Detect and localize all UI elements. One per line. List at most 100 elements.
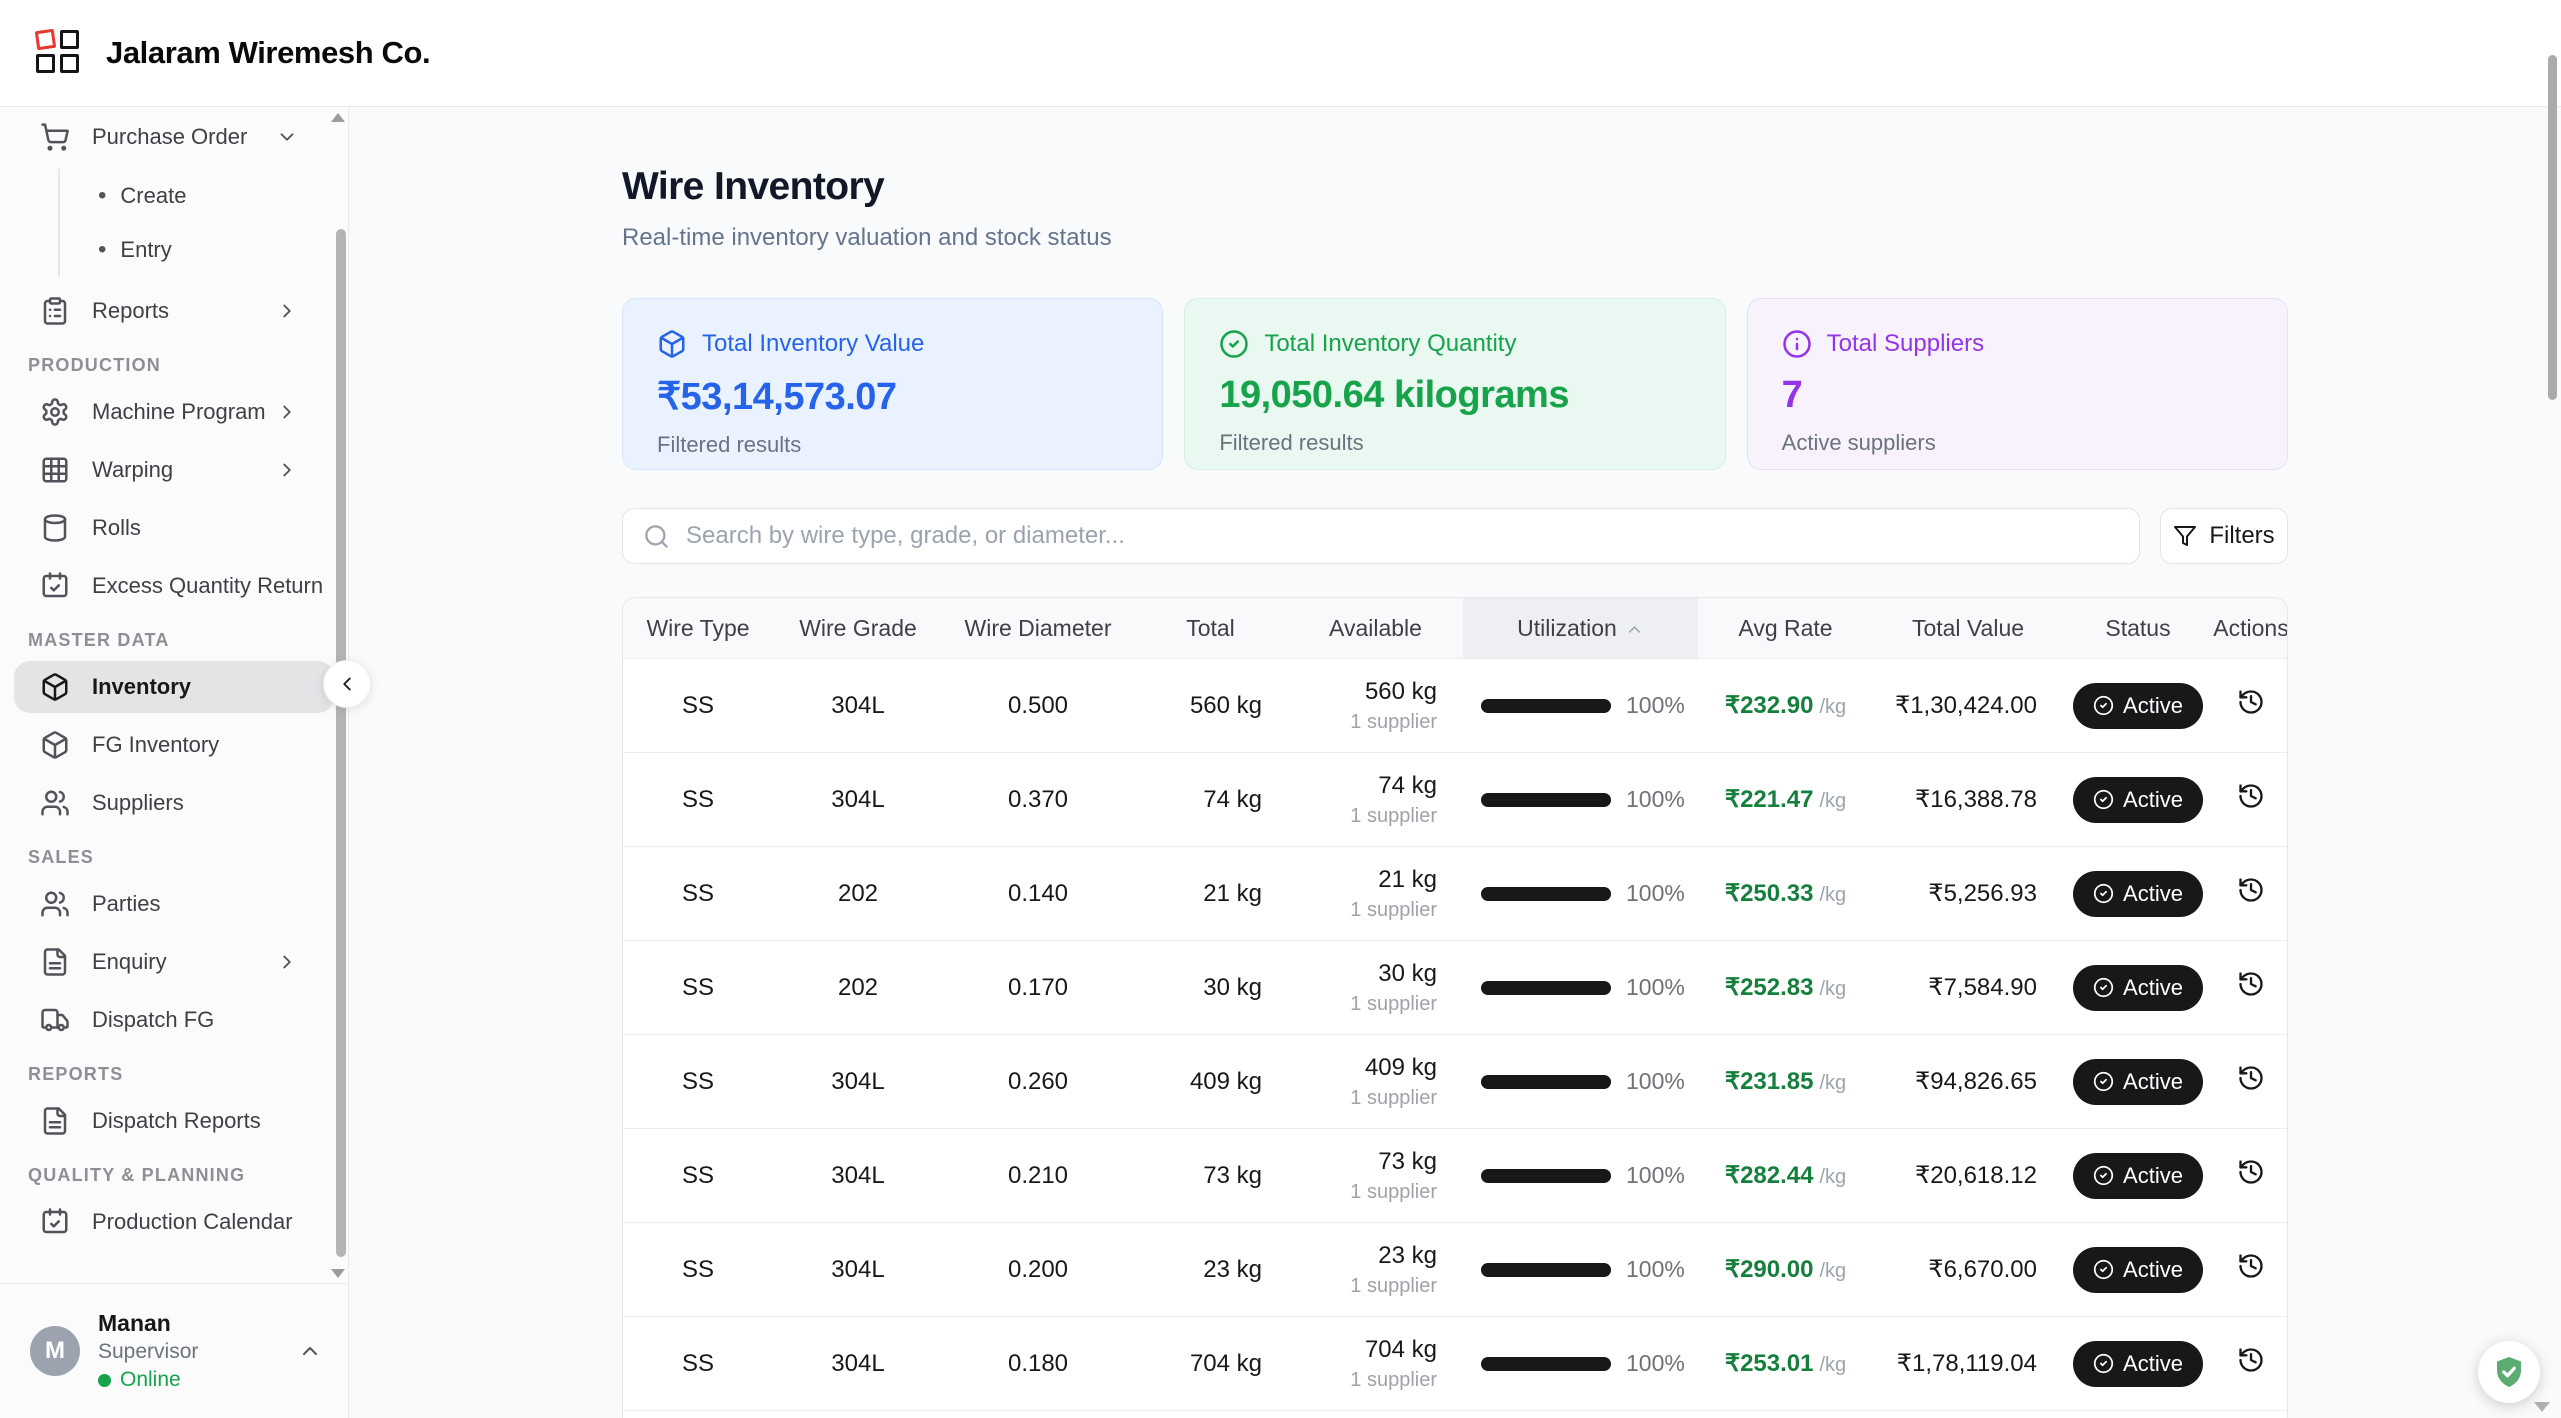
cell-utilization: 100% — [1463, 1223, 1698, 1317]
history-button[interactable] — [2237, 970, 2265, 998]
stat-note: Filtered results — [657, 432, 1128, 458]
sidebar-scrollbar-thumb[interactable] — [336, 229, 346, 1257]
cell-wire-grade: 202 — [773, 941, 943, 1035]
sidebar-item-suppliers[interactable]: Suppliers — [14, 777, 334, 829]
column-header-wire-diameter[interactable]: Wire Diameter — [943, 598, 1133, 659]
utilization-percent: 100% — [1626, 1256, 1685, 1283]
sidebar-item-label: Rolls — [92, 515, 320, 541]
sidebar-item-reports[interactable]: Reports — [14, 285, 334, 337]
wire-diameter-value: 0.140 — [1008, 880, 1068, 907]
column-header-label: Wire Grade — [799, 615, 917, 641]
avatar: M — [30, 1326, 80, 1376]
sort-asc-icon — [1625, 620, 1644, 639]
history-button[interactable] — [2237, 876, 2265, 904]
avg-rate-unit: /kg — [1820, 1260, 1847, 1282]
cell-actions — [2213, 1223, 2288, 1317]
cell-wire-grade: 304L — [773, 659, 943, 753]
cell-available: 23 kg1 supplier — [1288, 1223, 1463, 1317]
avg-rate-unit: /kg — [1820, 790, 1847, 812]
adblock-shield-badge[interactable] — [2478, 1341, 2540, 1403]
sidebar-item-create[interactable]: •Create — [60, 169, 334, 223]
wire-diameter-value: 0.180 — [1008, 1350, 1068, 1377]
sidebar-scroll-up-arrow[interactable] — [331, 113, 345, 122]
cell-available: 704 kg1 supplier — [1288, 1317, 1463, 1411]
column-header-available[interactable]: Available — [1288, 598, 1463, 659]
scroll-down-arrow[interactable] — [2534, 1402, 2550, 1412]
page-subtitle: Real-time inventory valuation and stock … — [622, 224, 2288, 252]
users-icon — [40, 889, 70, 919]
stat-label: Total Suppliers — [1827, 330, 1984, 358]
cell-total-value: ₹16,388.78 — [1873, 753, 2063, 847]
sidebar-item-warping[interactable]: Warping — [14, 444, 334, 496]
history-button[interactable] — [2237, 688, 2265, 716]
sidebar-section-production: PRODUCTION — [28, 355, 334, 376]
utilization-wrap: 100% — [1463, 1350, 1698, 1377]
cell-wire-type: SS — [623, 1129, 773, 1223]
avg-rate-unit: /kg — [1820, 978, 1847, 1000]
user-menu[interactable]: M Manan Supervisor Online — [0, 1283, 348, 1418]
cell-utilization: 100% — [1463, 1411, 1698, 1418]
status-badge: Active — [2073, 1059, 2203, 1105]
column-header-total-value[interactable]: Total Value — [1873, 598, 2063, 659]
cell-available: 73 kg1 supplier — [1288, 1129, 1463, 1223]
wire-grade-value: 202 — [838, 974, 878, 1001]
cell-utilization: 100% — [1463, 1129, 1698, 1223]
sidebar-item-dispatch-reports[interactable]: Dispatch Reports — [14, 1095, 334, 1147]
wire-type-value: SS — [682, 880, 714, 907]
history-button[interactable] — [2237, 1252, 2265, 1280]
search-input[interactable] — [684, 521, 2119, 551]
column-header-total[interactable]: Total — [1133, 598, 1288, 659]
company-title: Jalaram Wiremesh Co. — [106, 35, 430, 71]
sidebar-item-excess-quantity-return[interactable]: Excess Quantity Return — [14, 560, 334, 612]
sidebar-collapse-button[interactable] — [323, 660, 371, 708]
utilization-percent: 100% — [1626, 1068, 1685, 1095]
sidebar-item-label: FG Inventory — [92, 732, 320, 758]
cell-total-value: ₹5,256.93 — [1873, 847, 2063, 941]
package-icon — [657, 329, 687, 359]
history-button[interactable] — [2237, 782, 2265, 810]
sidebar-item-label: Entry — [120, 237, 171, 263]
sidebar-item-parties[interactable]: Parties — [14, 878, 334, 930]
cell-actions — [2213, 1035, 2288, 1129]
sidebar-item-production-calendar[interactable]: Production Calendar — [14, 1196, 334, 1248]
cell-actions — [2213, 941, 2288, 1035]
table-row: SS2020.17030 kg30 kg1 supplier100%₹252.8… — [623, 941, 2288, 1035]
sidebar-section-quality-planning: QUALITY & PLANNING — [28, 1165, 334, 1186]
sidebar-item-entry[interactable]: •Entry — [60, 223, 334, 277]
history-button[interactable] — [2237, 1158, 2265, 1186]
column-header-utilization[interactable]: Utilization — [1463, 598, 1698, 659]
column-header-label: Total Value — [1912, 615, 2024, 641]
sidebar-scroll-down-arrow[interactable] — [331, 1269, 345, 1278]
history-button[interactable] — [2237, 1064, 2265, 1092]
sidebar-item-machine-program[interactable]: Machine Program — [14, 386, 334, 438]
online-dot-icon — [98, 1374, 111, 1387]
column-header-actions[interactable]: Actions — [2213, 598, 2288, 659]
sidebar-item-enquiry[interactable]: Enquiry — [14, 936, 334, 988]
sidebar-item-inventory[interactable]: Inventory — [14, 661, 334, 713]
utilization-percent: 100% — [1626, 880, 1685, 907]
calendar-check-icon — [40, 571, 70, 601]
shield-check-icon — [2491, 1354, 2527, 1390]
column-header-wire-grade[interactable]: Wire Grade — [773, 598, 943, 659]
sidebar-item-label: Warping — [92, 457, 276, 483]
column-header-avg-rate[interactable]: Avg Rate — [1698, 598, 1873, 659]
history-button[interactable] — [2237, 1346, 2265, 1374]
sidebar-item-fg-inventory[interactable]: FG Inventory — [14, 719, 334, 771]
sidebar-item-rolls[interactable]: Rolls — [14, 502, 334, 554]
cell-avg-rate: ₹253.01/kg — [1698, 1317, 1873, 1411]
cell-total-value: ₹20,618.12 — [1873, 1129, 2063, 1223]
cell-wire-type: SS — [623, 847, 773, 941]
wire-diameter-value: 0.370 — [1008, 786, 1068, 813]
page-scrollbar-thumb[interactable] — [2548, 55, 2557, 400]
cell-status: Active — [2063, 1223, 2213, 1317]
available-quantity: 704 kg — [1288, 1336, 1437, 1364]
total-value-amount: ₹16,388.78 — [1915, 786, 2037, 813]
sidebar-item-dispatch-fg[interactable]: Dispatch FG — [14, 994, 334, 1046]
filters-label: Filters — [2209, 522, 2274, 550]
column-header-wire-type[interactable]: Wire Type — [623, 598, 773, 659]
total-value-amount: ₹1,78,119.04 — [1897, 1350, 2037, 1377]
filters-button[interactable]: Filters — [2160, 508, 2288, 564]
column-header-status[interactable]: Status — [2063, 598, 2213, 659]
sidebar-item-purchase-order[interactable]: Purchase Order — [14, 111, 334, 163]
avg-rate-value: ₹250.33 — [1725, 880, 1814, 907]
